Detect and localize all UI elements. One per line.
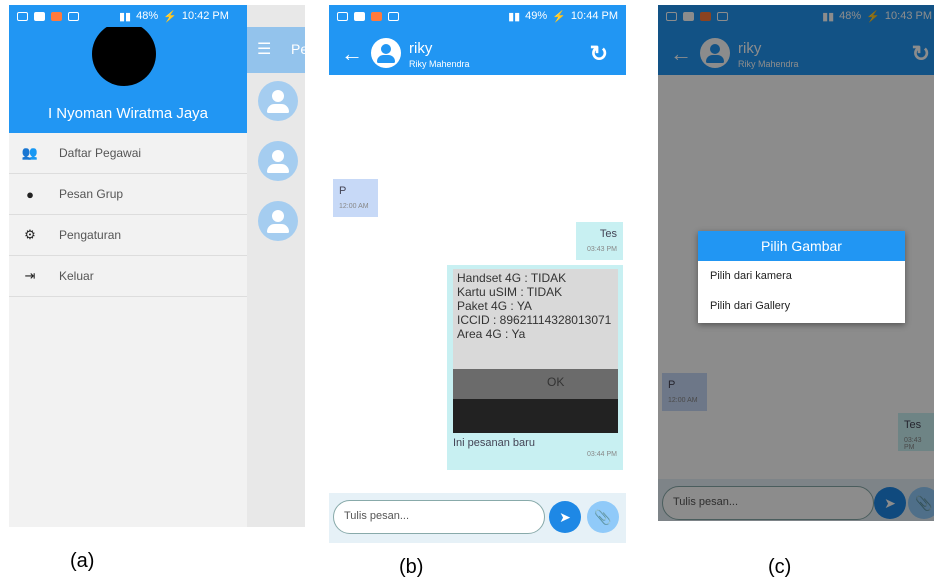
screen-icon <box>388 11 399 21</box>
menu-label: Daftar Pegawai <box>59 146 142 160</box>
message-text: P <box>339 185 347 197</box>
caption-c: (c) <box>768 556 792 578</box>
battery-level: 48% <box>136 10 159 22</box>
menu-label: Pesan Grup <box>59 187 124 201</box>
menu-item-pesan-grup[interactable]: ● Pesan Grup <box>9 174 247 215</box>
app-icon <box>371 11 382 21</box>
background-screen: ☰ Pe <box>247 5 305 527</box>
paperclip-icon: 📎 <box>594 509 612 525</box>
battery-level: 49% <box>525 10 548 22</box>
message-bubble-outgoing[interactable]: Tes 03:43 PM <box>576 222 623 260</box>
photo-text-line: Kartu uSIM : TIDAK <box>457 285 563 299</box>
option-camera[interactable]: Pilih dari kamera <box>698 261 905 291</box>
screen-a-drawer: I Nyoman Wiratma Jaya ▮▮ 48% ⚡ 10:42 PM 👥 Da… <box>9 5 305 527</box>
menu-label: Keluar <box>59 269 94 283</box>
photo-content: Handset 4G : TIDAK Kartu uSIM : TIDAK Pa… <box>453 269 618 369</box>
photo-ok-text: OK <box>547 375 565 389</box>
composer-bar: Tulis pesan... ➤ 📎 <box>329 493 626 543</box>
caption-b: (b) <box>399 556 424 578</box>
message-time: 12:00 AM <box>339 203 369 210</box>
background-toolbar: ☰ Pe <box>247 27 305 73</box>
attached-photo[interactable]: Handset 4G : TIDAK Kartu uSIM : TIDAK Pa… <box>453 269 618 433</box>
caption-a: (a) <box>70 550 95 572</box>
battery-icon: ⚡ <box>163 10 177 23</box>
image-picker-dialog: Pilih Gambar Pilih dari kamera Pilih dar… <box>698 231 905 323</box>
status-bar: ▮▮ 49% ⚡ 10:44 PM <box>329 5 626 27</box>
option-gallery[interactable]: Pilih dari Gallery <box>698 291 905 321</box>
refresh-icon[interactable]: ↻ <box>590 41 608 67</box>
menu-item-pengaturan[interactable]: ⚙ Pengaturan <box>9 215 247 256</box>
chat-title: riky <box>409 40 433 57</box>
message-icon <box>337 11 348 21</box>
message-time: 03:44 PM <box>587 451 617 458</box>
gear-icon: ⚙ <box>24 227 36 242</box>
send-button[interactable]: ➤ <box>549 501 581 533</box>
contact-avatar <box>258 81 298 121</box>
chat-icon <box>354 11 365 21</box>
chat-icon <box>34 11 45 21</box>
message-text: Tes <box>599 228 617 240</box>
contact-avatar <box>258 141 298 181</box>
message-list: P 12:00 AM Tes 03:43 PM Handset 4G : TID… <box>329 75 626 543</box>
photo-dark-area <box>453 399 618 433</box>
contact-avatar <box>371 38 401 68</box>
chat-subtitle: Riky Mahendra <box>409 59 470 69</box>
user-avatar <box>92 22 156 86</box>
clock: 10:44 PM <box>570 10 618 22</box>
message-icon <box>17 11 28 21</box>
battery-icon: ⚡ <box>552 10 566 23</box>
message-input[interactable]: Tulis pesan... <box>333 500 545 534</box>
photo-text-line: Handset 4G : TIDAK <box>457 271 567 285</box>
photo-text-line: Area 4G : Ya <box>457 327 526 341</box>
dialog-title: Pilih Gambar <box>698 231 905 261</box>
menu-item-daftar-pegawai[interactable]: 👥 Daftar Pegawai <box>9 133 247 174</box>
menu-item-keluar[interactable]: ⇥ Keluar <box>9 256 247 297</box>
signal-icon: ▮▮ <box>508 10 521 23</box>
drawer-menu: 👥 Daftar Pegawai ● Pesan Grup ⚙ Pengaturan … <box>9 133 247 527</box>
menu-icon: ☰ <box>257 41 272 58</box>
photo-text-line: Paket 4G : YA <box>457 299 532 313</box>
message-bubble-outgoing-image[interactable]: Handset 4G : TIDAK Kartu uSIM : TIDAK Pa… <box>447 265 623 470</box>
screen-icon <box>68 11 79 21</box>
screen-b-chat: ← riky Riky Mahendra ↻ ▮▮ 49% ⚡ 10:44 PM P … <box>329 5 626 543</box>
photo-text-line: ICCID : 89621114328013071 <box>457 313 612 327</box>
user-name: I Nyoman Wiratma Jaya <box>47 105 209 122</box>
signal-icon: ▮▮ <box>119 10 132 23</box>
screen-c-dialog: ← riky Riky Mahendra ↻ ▮▮ 48% ⚡ 10:43 PM P … <box>658 5 934 521</box>
send-icon: ➤ <box>559 509 571 525</box>
clock: 10:42 PM <box>181 10 229 22</box>
message-bubble-incoming[interactable]: P 12:00 AM <box>333 179 378 217</box>
message-time: 03:43 PM <box>587 246 617 253</box>
contact-avatar <box>258 201 298 241</box>
back-arrow-icon[interactable]: ← <box>341 41 363 67</box>
background-title: Pe <box>291 41 305 57</box>
app-icon <box>51 11 62 21</box>
chat-bubble-icon: ● <box>26 186 34 202</box>
logout-icon: ⇥ <box>24 268 36 283</box>
attach-button[interactable]: 📎 <box>587 501 619 533</box>
people-icon: 👥 <box>21 145 39 160</box>
message-text: Ini pesanan baru <box>453 437 535 449</box>
menu-label: Pengaturan <box>59 228 122 242</box>
